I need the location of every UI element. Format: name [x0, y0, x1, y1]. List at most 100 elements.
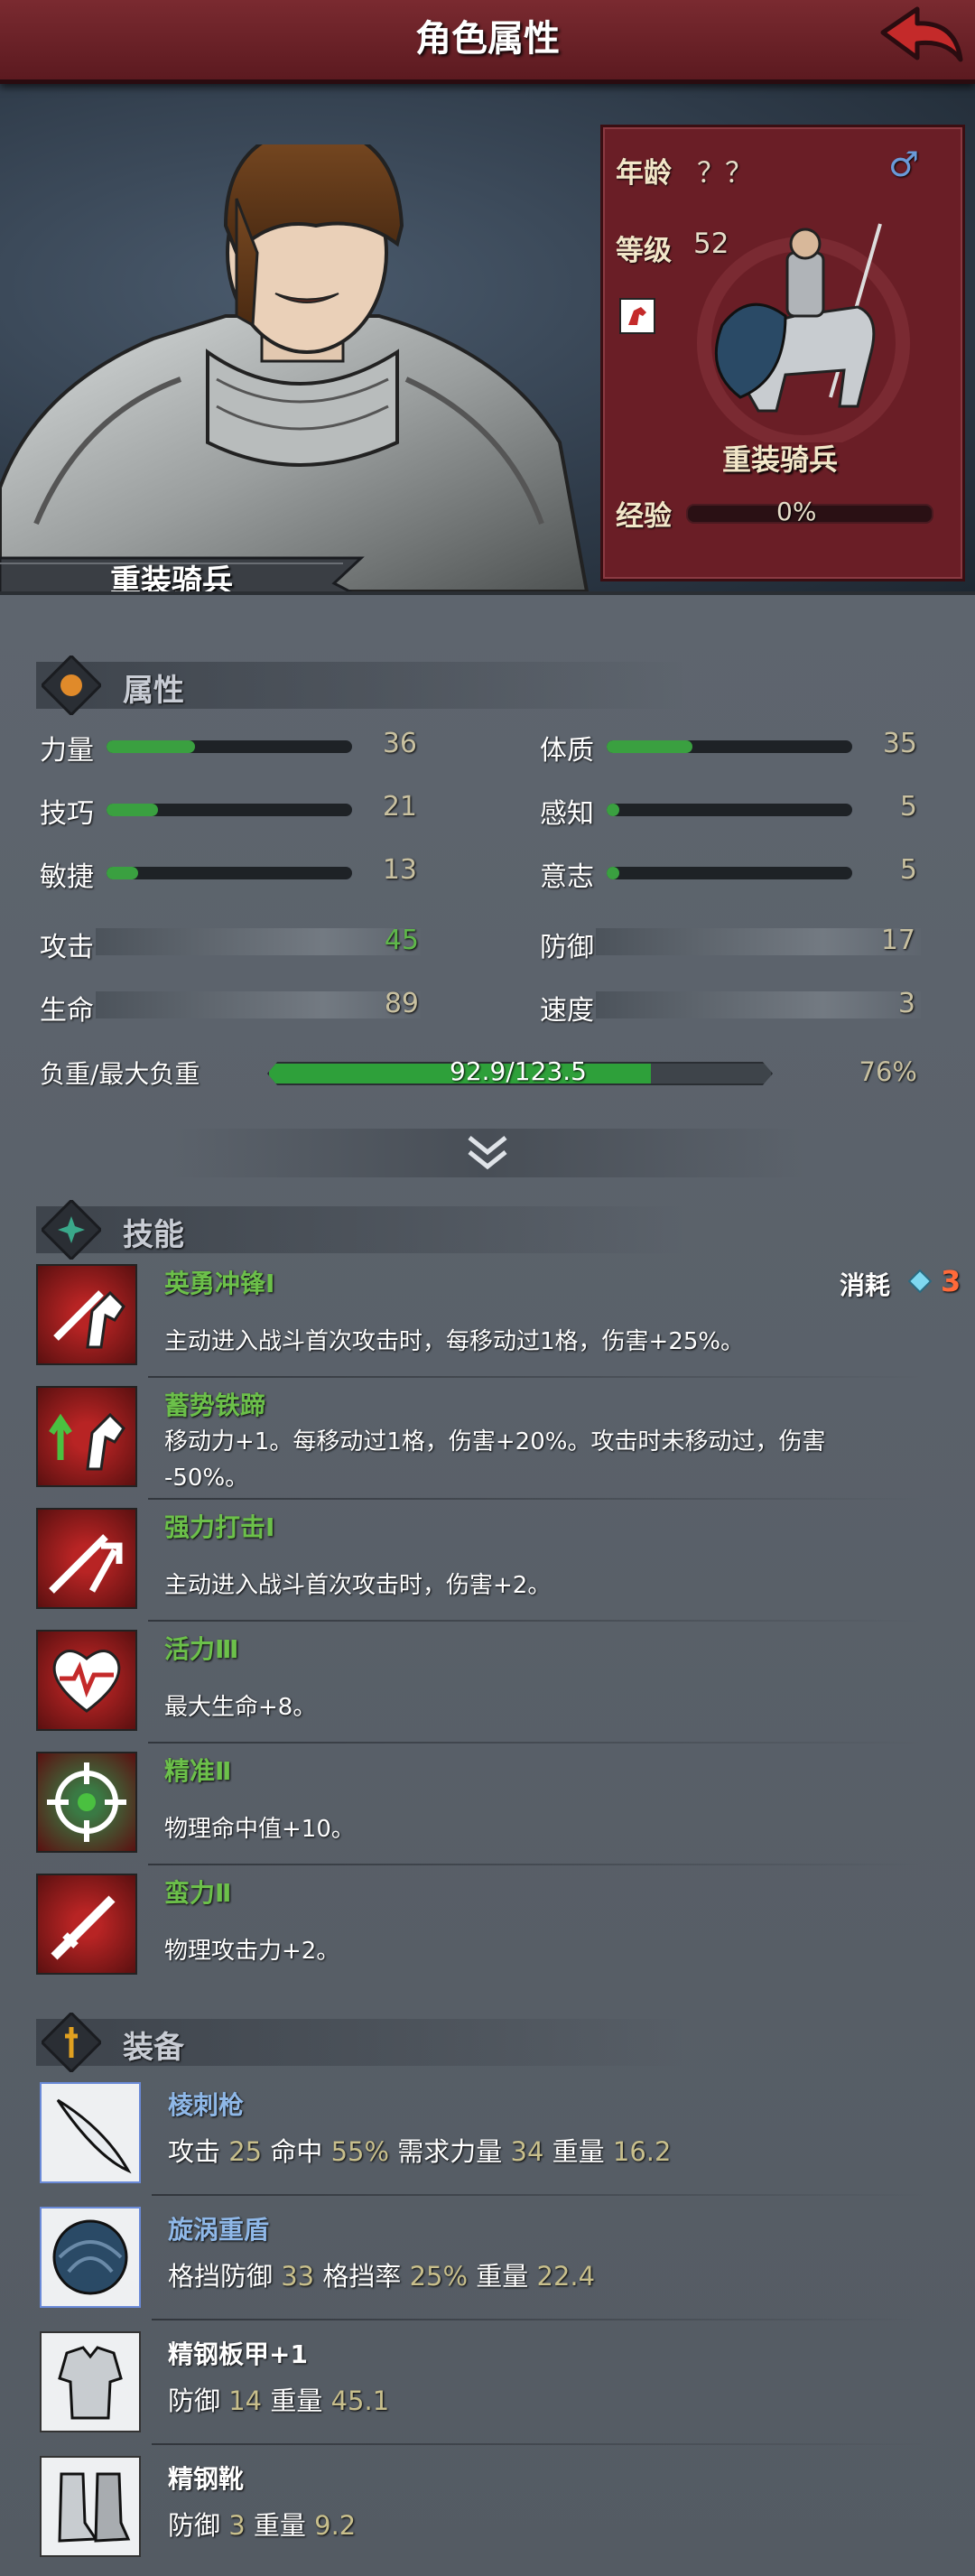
- attributes-section-title: 属性: [123, 673, 184, 709]
- stat-value: 14: [228, 2385, 263, 2416]
- equipment-icon-box[interactable]: [40, 2331, 141, 2432]
- attribute-value: 13: [382, 854, 417, 886]
- attribute-bar-fill: [607, 804, 619, 816]
- stat-value: 25%: [409, 2261, 469, 2292]
- skill-description: 最大生命+8。: [164, 1694, 317, 1721]
- row-divider: [152, 2194, 928, 2196]
- load-percent: 76%: [859, 1056, 917, 1087]
- equipment-stats: 防御 14 重量 45.1: [168, 2380, 389, 2418]
- mana-gem-icon: [908, 1269, 932, 1293]
- row-divider: [148, 1620, 924, 1622]
- attack-label: 攻击: [40, 932, 94, 963]
- skill-name: 蓄势铁蹄: [164, 1390, 266, 1420]
- skill-icon-box[interactable]: [36, 1508, 137, 1609]
- attribute-label: 敏捷: [40, 861, 94, 893]
- stat-label: 格挡率: [322, 2261, 402, 2292]
- attribute-label: 感知: [540, 798, 594, 830]
- skill-name: 强力打击Ⅰ: [164, 1512, 275, 1542]
- speed-label: 速度: [540, 995, 594, 1027]
- stat-value: 9.2: [314, 2510, 357, 2541]
- equipment-name: 精钢板甲+1: [168, 2339, 308, 2369]
- skill-description: 物理命中值+10。: [164, 1816, 355, 1843]
- equipment-stats: 攻击 25 命中 55% 需求力量 34 重量 16.2: [168, 2131, 671, 2169]
- unit-name: 重装骑兵: [721, 442, 838, 477]
- attribute-value: 21: [382, 791, 417, 823]
- knight-unit-figure: [697, 223, 910, 442]
- attribute-value: 5: [899, 854, 917, 886]
- attribute-bar: [607, 867, 852, 879]
- skill-description: -50%。: [164, 1465, 249, 1492]
- horse-arrow-up-icon: [49, 1412, 125, 1471]
- attribute-bar-fill: [107, 740, 195, 753]
- exp-label: 经验: [616, 500, 672, 533]
- row-divider: [148, 1864, 924, 1865]
- equipment-stats: 格挡防御 33 格挡率 25% 重量 22.4: [168, 2255, 595, 2293]
- steel-boots-icon: [58, 2472, 131, 2543]
- skill-description: 物理攻击力+2。: [164, 1938, 340, 1965]
- row-divider: [148, 1498, 924, 1500]
- skill-name: 活力Ⅲ: [164, 1634, 239, 1664]
- row-divider: [152, 2443, 928, 2445]
- equipment-icon-box[interactable]: [40, 2456, 141, 2557]
- attribute-value: 36: [382, 728, 417, 759]
- skill-icon-box[interactable]: [36, 1874, 137, 1975]
- skill-icon-box[interactable]: [36, 1386, 137, 1487]
- attribute-label: 力量: [40, 735, 94, 767]
- health-label: 生命: [40, 995, 94, 1027]
- stat-label: 格挡防御: [168, 2261, 274, 2292]
- cavalry-class-icon: [619, 298, 655, 334]
- health-value: 89: [384, 988, 419, 1019]
- stat-label: 重量: [270, 2385, 323, 2416]
- back-arrow-icon[interactable]: [874, 5, 964, 74]
- skill-description: 主动进入战斗首次攻击时，伤害+2。: [164, 1572, 552, 1599]
- equipment-icon-box[interactable]: [40, 2082, 141, 2183]
- stat-value: 16.2: [612, 2136, 672, 2167]
- equipment-icon-box[interactable]: [40, 2207, 141, 2308]
- load-label: 负重/最大负重: [40, 1059, 200, 1089]
- stat-value: 33: [281, 2261, 315, 2292]
- heart-pulse-icon: [52, 1650, 121, 1713]
- stat-label: 攻击: [168, 2136, 221, 2167]
- stat-label: 防御: [168, 2385, 221, 2416]
- stat-value: 3: [228, 2510, 246, 2541]
- skill-description: 主动进入战斗首次攻击时，每移动过1格，伤害+25%。: [164, 1328, 745, 1355]
- equipment-name: 精钢靴: [168, 2464, 245, 2494]
- skill-description: 移动力+1。每移动过1格，伤害+20%。攻击时未移动过，伤害: [164, 1428, 826, 1455]
- level-label: 等级: [616, 235, 672, 267]
- equipment-name: 旋涡重盾: [168, 2215, 270, 2245]
- row-divider: [148, 1742, 924, 1744]
- row-divider: [148, 1376, 924, 1378]
- stat-value: 22.4: [536, 2261, 596, 2292]
- skill-name: 精准Ⅱ: [164, 1756, 232, 1786]
- age-value: ？？: [697, 157, 753, 190]
- stat-value: 34: [510, 2136, 544, 2167]
- attribute-value: 5: [899, 791, 917, 823]
- stat-value: 55%: [330, 2136, 390, 2167]
- lance-icon: [56, 2098, 132, 2174]
- sword-arrow-icon: [49, 1534, 123, 1594]
- sword-icon: [51, 1895, 116, 1960]
- skill-icon-box[interactable]: [36, 1630, 137, 1731]
- speed-value: 3: [897, 988, 915, 1019]
- equipment-name: 棱刺枪: [168, 2090, 245, 2120]
- attribute-bar-fill: [107, 804, 159, 816]
- skill-name: 英勇冲锋Ⅰ: [164, 1269, 275, 1298]
- skill-icon-box[interactable]: [36, 1264, 137, 1365]
- exp-value: 0%: [776, 497, 817, 526]
- attribute-bar-fill: [607, 740, 693, 753]
- attribute-value: 35: [882, 728, 917, 759]
- skills-section-icon: [42, 1200, 101, 1260]
- horse-sword-icon: [53, 1290, 125, 1349]
- attribute-bar-fill: [607, 867, 619, 879]
- chevron-down-icon[interactable]: [462, 1132, 513, 1174]
- equipment-stats: 防御 3 重量 9.2: [168, 2505, 356, 2543]
- stat-label: 重量: [552, 2136, 605, 2167]
- skills-section-title: 技能: [123, 1217, 184, 1253]
- plate-armor-icon: [58, 2346, 123, 2420]
- hero-portrait: [0, 144, 590, 591]
- skill-cost-value: 3: [941, 1264, 961, 1298]
- stat-label: 重量: [253, 2510, 306, 2541]
- skill-icon-box[interactable]: [36, 1752, 137, 1853]
- crosshair-icon: [47, 1762, 126, 1842]
- attribute-bar-fill: [107, 867, 139, 879]
